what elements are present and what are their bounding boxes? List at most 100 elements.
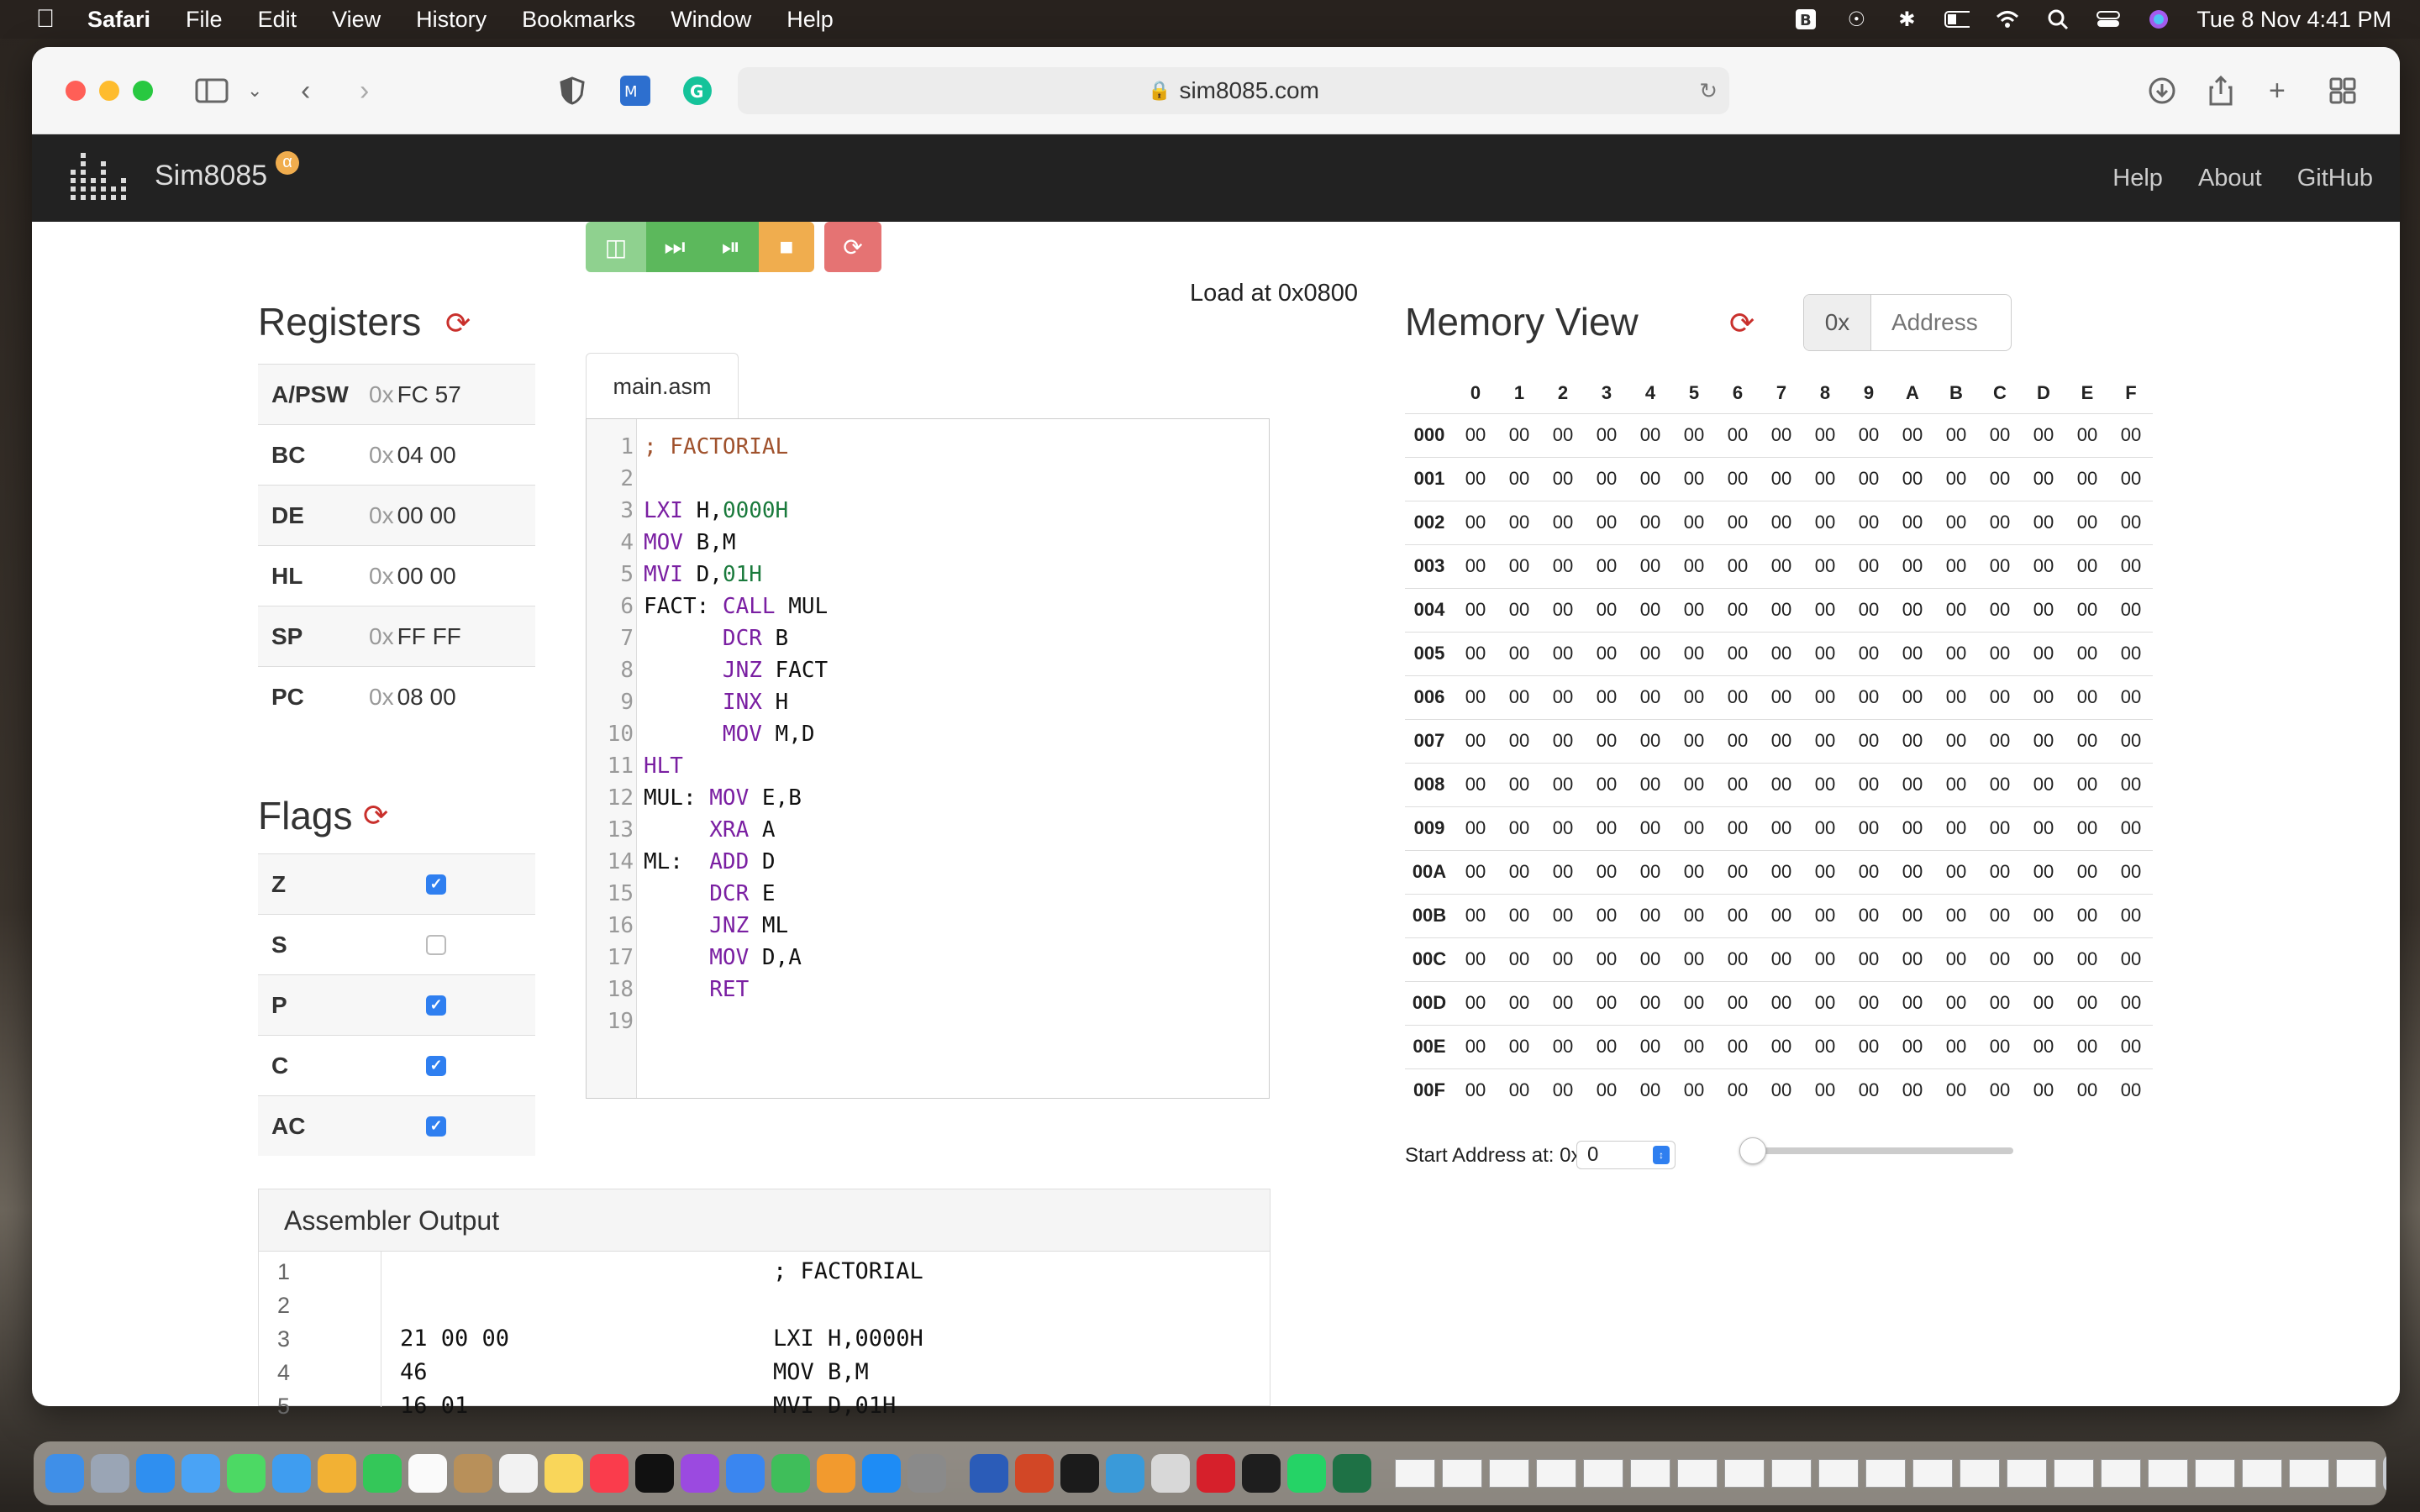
memory-cell[interactable]: 00: [1541, 412, 1585, 457]
memory-cell[interactable]: 00: [1672, 1024, 1716, 1068]
minimized-window-thumb[interactable]: [1442, 1459, 1482, 1488]
memory-cell[interactable]: 00: [1934, 849, 1978, 894]
memory-cell[interactable]: 00: [1672, 718, 1716, 763]
sidebar-toggle-icon[interactable]: [195, 72, 229, 109]
memory-cell[interactable]: 00: [1585, 587, 1628, 632]
memory-cell[interactable]: 00: [1628, 762, 1672, 806]
memory-cell[interactable]: 00: [1934, 1068, 1978, 1112]
memory-cell[interactable]: 00: [1672, 412, 1716, 457]
memory-cell[interactable]: 00: [1628, 412, 1672, 457]
memory-cell[interactable]: 00: [1803, 980, 1847, 1025]
memory-cell[interactable]: 00: [1803, 631, 1847, 675]
memory-cell[interactable]: 00: [1934, 631, 1978, 675]
memory-cell[interactable]: 00: [1454, 849, 1497, 894]
code-line[interactable]: 7 DCR B: [587, 622, 788, 654]
memory-cell[interactable]: 00: [1672, 937, 1716, 981]
code-line[interactable]: 18 RET: [587, 974, 750, 1005]
memory-cell[interactable]: 00: [1628, 718, 1672, 763]
memory-cell[interactable]: 00: [1497, 543, 1541, 588]
memory-cell[interactable]: 00: [1934, 412, 1978, 457]
terminal-icon[interactable]: [1060, 1454, 1099, 1493]
flag-checkbox[interactable]: ✓: [426, 995, 446, 1016]
memory-cell[interactable]: 00: [1454, 806, 1497, 850]
memory-cell[interactable]: 00: [1541, 631, 1585, 675]
memory-cell[interactable]: 00: [1978, 1068, 2022, 1112]
memory-cell[interactable]: 00: [1716, 587, 1760, 632]
memory-cell[interactable]: 00: [1847, 456, 1891, 501]
memory-cell[interactable]: 00: [1803, 675, 1847, 719]
memory-cell[interactable]: 00: [2109, 1068, 2153, 1112]
memory-cell[interactable]: 00: [1454, 718, 1497, 763]
memory-cell[interactable]: 00: [2109, 631, 2153, 675]
downloads-icon[interactable]: [2148, 72, 2176, 109]
memory-cell[interactable]: 00: [1628, 631, 1672, 675]
minimized-window-thumb[interactable]: [2007, 1459, 2047, 1488]
memory-cell[interactable]: 00: [1628, 456, 1672, 501]
memory-address-input[interactable]: 0x: [1803, 294, 2012, 351]
memory-cell[interactable]: 00: [1978, 893, 2022, 937]
memory-cell[interactable]: 00: [1628, 587, 1672, 632]
memory-cell[interactable]: 00: [2022, 718, 2065, 763]
memory-cell[interactable]: 00: [1978, 718, 2022, 763]
memory-cell[interactable]: 00: [1847, 631, 1891, 675]
contacts-icon[interactable]: [454, 1454, 492, 1493]
memory-cell[interactable]: 00: [1934, 762, 1978, 806]
memory-cell[interactable]: 00: [1891, 675, 1934, 719]
memory-cell[interactable]: 00: [1803, 500, 1847, 544]
memory-cell[interactable]: 00: [1934, 806, 1978, 850]
memory-cell[interactable]: 00: [2022, 500, 2065, 544]
memory-cell[interactable]: 00: [1628, 1024, 1672, 1068]
memory-cell[interactable]: 00: [1585, 849, 1628, 894]
memory-cell[interactable]: 00: [1585, 543, 1628, 588]
launchpad-icon[interactable]: [91, 1454, 129, 1493]
reset-button[interactable]: ⟳: [824, 222, 881, 272]
memory-cell[interactable]: 00: [2109, 806, 2153, 850]
apple-menu-icon[interactable]: : [34, 5, 57, 34]
memory-cell[interactable]: 00: [2065, 500, 2109, 544]
memory-cell[interactable]: 00: [1978, 1024, 2022, 1068]
photos-icon[interactable]: [318, 1454, 356, 1493]
memory-cell[interactable]: 00: [1934, 937, 1978, 981]
memory-cell[interactable]: 00: [1847, 849, 1891, 894]
memory-cell[interactable]: 00: [1497, 1068, 1541, 1112]
memory-cell[interactable]: 00: [1934, 587, 1978, 632]
memory-cell[interactable]: 00: [1803, 1024, 1847, 1068]
memory-cell[interactable]: 00: [1541, 456, 1585, 501]
flag-checkbox[interactable]: ✓: [426, 1116, 446, 1137]
minimized-window-thumb[interactable]: [1583, 1459, 1623, 1488]
memory-cell[interactable]: 00: [1672, 893, 1716, 937]
memory-cell[interactable]: 00: [2065, 631, 2109, 675]
memory-cell[interactable]: 00: [1760, 806, 1803, 850]
minimized-window-thumb[interactable]: [1536, 1459, 1576, 1488]
memory-cell[interactable]: 00: [1628, 675, 1672, 719]
memory-cell[interactable]: 00: [1628, 1068, 1672, 1112]
menu-bookmarks[interactable]: Bookmarks: [522, 7, 635, 33]
memory-cell[interactable]: 00: [1891, 500, 1934, 544]
memory-cell[interactable]: 00: [2065, 543, 2109, 588]
memory-cell[interactable]: 00: [1891, 1068, 1934, 1112]
memory-cell[interactable]: 00: [1541, 543, 1585, 588]
memory-cell[interactable]: 00: [1847, 412, 1891, 457]
memory-cell[interactable]: 00: [1672, 1068, 1716, 1112]
memory-cell[interactable]: 00: [1978, 762, 2022, 806]
memory-cell[interactable]: 00: [2065, 1068, 2109, 1112]
memory-cell[interactable]: 00: [1891, 631, 1934, 675]
memory-cell[interactable]: 00: [2109, 762, 2153, 806]
stop-button[interactable]: ■: [759, 222, 814, 272]
memory-cell[interactable]: 00: [1803, 543, 1847, 588]
memory-cell[interactable]: 00: [1891, 412, 1934, 457]
memory-cell[interactable]: 00: [1760, 456, 1803, 501]
memory-cell[interactable]: 00: [1541, 806, 1585, 850]
memory-cell[interactable]: 00: [1847, 1068, 1891, 1112]
pages-icon[interactable]: [817, 1454, 855, 1493]
code-line[interactable]: 17 MOV D,A: [587, 942, 802, 974]
minimized-window-thumb[interactable]: [2054, 1459, 2094, 1488]
brand-name[interactable]: Sim8085: [155, 160, 267, 192]
wifi-icon[interactable]: [1995, 8, 2020, 30]
reload-icon[interactable]: ↻: [1699, 78, 1718, 104]
memory-cell[interactable]: 00: [1541, 849, 1585, 894]
memory-cell[interactable]: 00: [1760, 762, 1803, 806]
assemble-button[interactable]: ◫: [586, 222, 646, 272]
memory-cell[interactable]: 00: [1716, 456, 1760, 501]
memory-cell[interactable]: 00: [1716, 1024, 1760, 1068]
